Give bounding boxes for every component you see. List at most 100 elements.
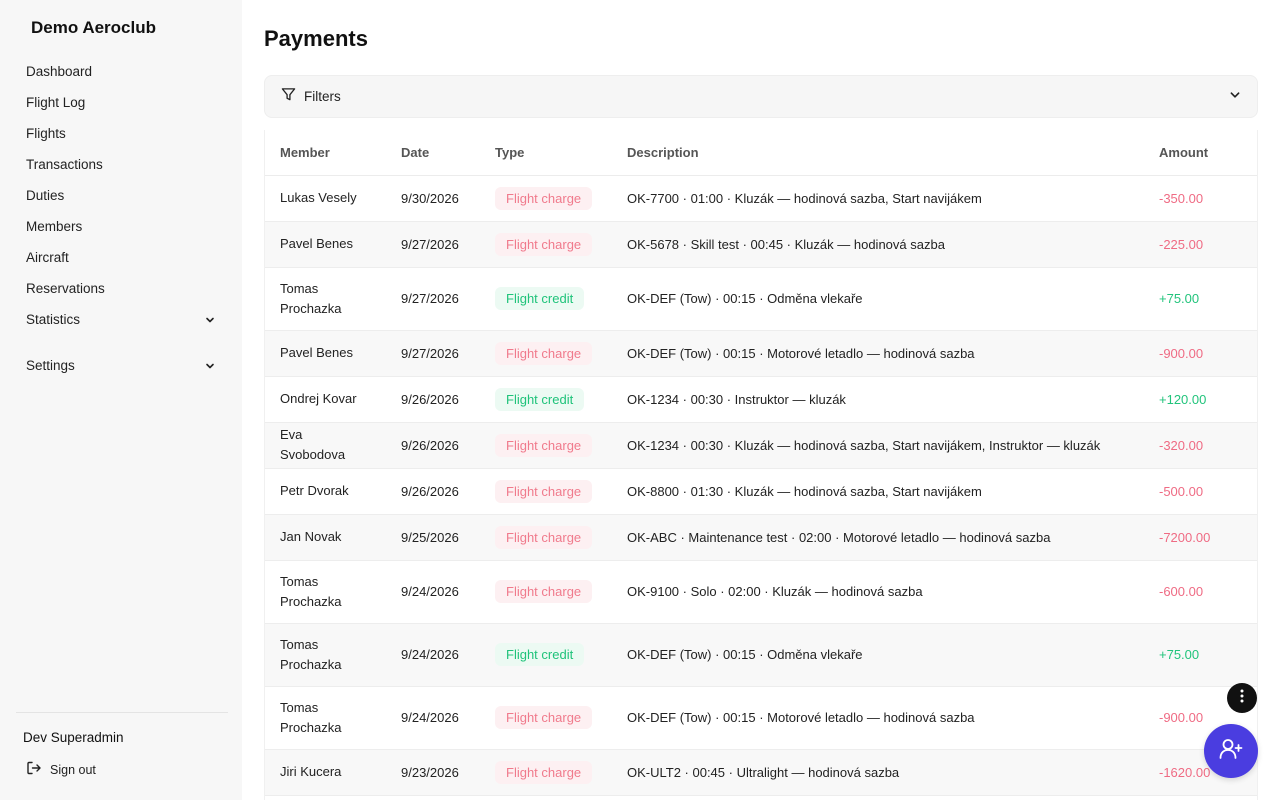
- table-row[interactable]: Tomas Prochazka 9/24/2026 Flight charge OK-…: [265, 560, 1257, 624]
- more-vertical-icon: [1240, 689, 1244, 708]
- cell-amount: -7200.00: [1159, 514, 1257, 561]
- table-row[interactable]: Jan Novak 9/25/2026 Flight charge OK-ABC · …: [265, 514, 1257, 561]
- cell-member: Tomas Prochazka: [265, 560, 401, 624]
- sidebar-item-label: Statistics: [26, 312, 81, 327]
- cell-type: Flight charge: [495, 749, 627, 796]
- cell-type: Flight charge: [495, 221, 627, 268]
- cell-date: 9/24/2026: [401, 560, 495, 624]
- cell-date: 9/26/2026: [401, 376, 495, 423]
- cell-type: Flight charge: [495, 175, 627, 222]
- table-row[interactable]: Tomas Prochazka 9/27/2026 Flight credit OK-…: [265, 267, 1257, 331]
- column-header-date[interactable]: Date: [401, 130, 495, 176]
- sidebar-divider: [16, 712, 228, 713]
- cell-amount: +120.00: [1159, 376, 1257, 423]
- column-header-description[interactable]: Description: [627, 130, 1159, 176]
- sidebar-item-transactions[interactable]: Transactions: [16, 149, 226, 180]
- table-row[interactable]: Ondrej Kovar 9/26/2026 Flight credit OK-123…: [265, 376, 1257, 423]
- type-badge: Flight credit: [495, 387, 585, 411]
- sidebar-nav: Dashboard Flight Log Flights Transaction…: [16, 56, 226, 381]
- cell-description: OK-DEF (Tow) · 00:15 · Motorové letadlo …: [627, 330, 1159, 377]
- table-row[interactable]: Petr Dvorak 9/26/2026 Flight charge OK-8800…: [265, 468, 1257, 515]
- chevron-down-icon: [204, 360, 216, 372]
- cell-type: Flight charge: [495, 330, 627, 377]
- type-badge: Flight charge: [495, 186, 593, 210]
- type-badge: Flight credit: [495, 287, 585, 310]
- table-row[interactable]: Pavel Benes 9/27/2026 Flight charge OK-5678…: [265, 221, 1257, 268]
- cell-date: 9/27/2026: [401, 221, 495, 268]
- sidebar-item-aircraft[interactable]: Aircraft: [16, 242, 226, 273]
- more-options-button[interactable]: [1227, 683, 1257, 713]
- member-name: Tomas Prochazka: [280, 573, 342, 609]
- cell-date: 9/24/2026: [401, 623, 495, 687]
- payments-table: Member Date Type Description Amount Luka…: [265, 130, 1257, 796]
- cell-date: 9/26/2026: [401, 422, 495, 469]
- sidebar-item-label: Flight Log: [26, 95, 86, 110]
- sidebar-item-duties[interactable]: Duties: [16, 180, 226, 211]
- cell-description: OK-1234 · 00:30 · Kluzák — hodinová sazb…: [627, 422, 1159, 469]
- filters-toggle[interactable]: Filters: [264, 75, 1258, 118]
- cell-member: Tomas Prochazka: [265, 267, 401, 331]
- cell-amount: -320.00: [1159, 422, 1257, 469]
- member-name: Ondrej Kovar: [280, 391, 357, 406]
- member-name: Tomas Prochazka: [280, 636, 342, 672]
- cell-date: 9/27/2026: [401, 330, 495, 377]
- column-header-member[interactable]: Member: [265, 130, 401, 176]
- table-row[interactable]: Lukas Vesely 9/30/2026 Flight charge OK-770…: [265, 175, 1257, 222]
- sidebar-item-statistics[interactable]: Statistics: [16, 304, 226, 335]
- cell-amount: -600.00: [1159, 560, 1257, 624]
- type-badge: Flight charge: [495, 341, 593, 365]
- table-row[interactable]: Pavel Benes 9/27/2026 Flight charge OK-DEF …: [265, 330, 1257, 377]
- sidebar-item-label: Settings: [26, 358, 75, 373]
- cell-type: Flight charge: [495, 686, 627, 750]
- cell-description: OK-7700 · 01:00 · Kluzák — hodinová sazb…: [627, 175, 1159, 222]
- table-header-row: Member Date Type Description Amount: [265, 130, 1257, 176]
- column-header-type[interactable]: Type: [495, 130, 627, 176]
- sidebar-item-reservations[interactable]: Reservations: [16, 273, 226, 304]
- table-row[interactable]: Tomas Prochazka 9/24/2026 Flight credit OK-…: [265, 623, 1257, 687]
- main-content: Payments Filters Member Date Type Descri…: [242, 0, 1280, 800]
- cell-type: Flight charge: [495, 514, 627, 561]
- sidebar-item-dashboard[interactable]: Dashboard: [16, 56, 226, 87]
- filters-label: Filters: [304, 89, 341, 104]
- cell-date: 9/24/2026: [401, 686, 495, 750]
- cell-type: Flight charge: [495, 468, 627, 515]
- cell-member: Tomas Prochazka: [265, 686, 401, 750]
- cell-description: OK-ABC · Maintenance test · 02:00 · Moto…: [627, 514, 1159, 561]
- cell-description: OK-DEF (Tow) · 00:15 · Motorové letadlo …: [627, 686, 1159, 750]
- member-name: Tomas Prochazka: [280, 280, 342, 316]
- cell-member: Jiri Kucera: [265, 749, 401, 796]
- type-badge: Flight charge: [495, 580, 593, 603]
- cell-amount: +75.00: [1159, 267, 1257, 331]
- chevron-down-icon: [1229, 88, 1241, 106]
- payments-table-container: Member Date Type Description Amount Luka…: [264, 130, 1258, 800]
- cell-date: 9/27/2026: [401, 267, 495, 331]
- add-member-button[interactable]: [1204, 724, 1258, 778]
- type-badge: Flight charge: [495, 525, 593, 549]
- table-row[interactable]: Eva Svobodova 9/26/2026 Flight charge OK-12…: [265, 422, 1257, 469]
- type-badge: Flight charge: [495, 479, 593, 503]
- filter-icon: [281, 87, 296, 107]
- cell-amount: -225.00: [1159, 221, 1257, 268]
- table-row[interactable]: Tomas Prochazka 9/24/2026 Flight charge OK-…: [265, 686, 1257, 750]
- sign-out-icon: [26, 760, 42, 779]
- sidebar-item-settings[interactable]: Settings: [16, 350, 226, 381]
- cell-type: Flight charge: [495, 560, 627, 624]
- cell-description: OK-8800 · 01:30 · Kluzák — hodinová sazb…: [627, 468, 1159, 515]
- sign-out-label: Sign out: [50, 762, 96, 777]
- cell-date: 9/23/2026: [401, 749, 495, 796]
- sidebar-item-members[interactable]: Members: [16, 211, 226, 242]
- sidebar-item-label: Transactions: [26, 157, 103, 172]
- cell-type: Flight credit: [495, 267, 627, 331]
- cell-amount: -350.00: [1159, 175, 1257, 222]
- sidebar-item-flight-log[interactable]: Flight Log: [16, 87, 226, 118]
- cell-type: Flight credit: [495, 623, 627, 687]
- cell-type: Flight charge: [495, 422, 627, 469]
- member-name: Petr Dvorak: [280, 483, 349, 498]
- member-name: Jan Novak: [280, 529, 342, 544]
- sidebar-item-flights[interactable]: Flights: [16, 118, 226, 149]
- sign-out-button[interactable]: Sign out: [26, 760, 96, 779]
- cell-description: OK-5678 · Skill test · 00:45 · Kluzák — …: [627, 221, 1159, 268]
- cell-member: Petr Dvorak: [265, 468, 401, 515]
- table-row[interactable]: Jiri Kucera 9/23/2026 Flight charge OK-ULT2…: [265, 749, 1257, 796]
- column-header-amount[interactable]: Amount: [1159, 130, 1257, 176]
